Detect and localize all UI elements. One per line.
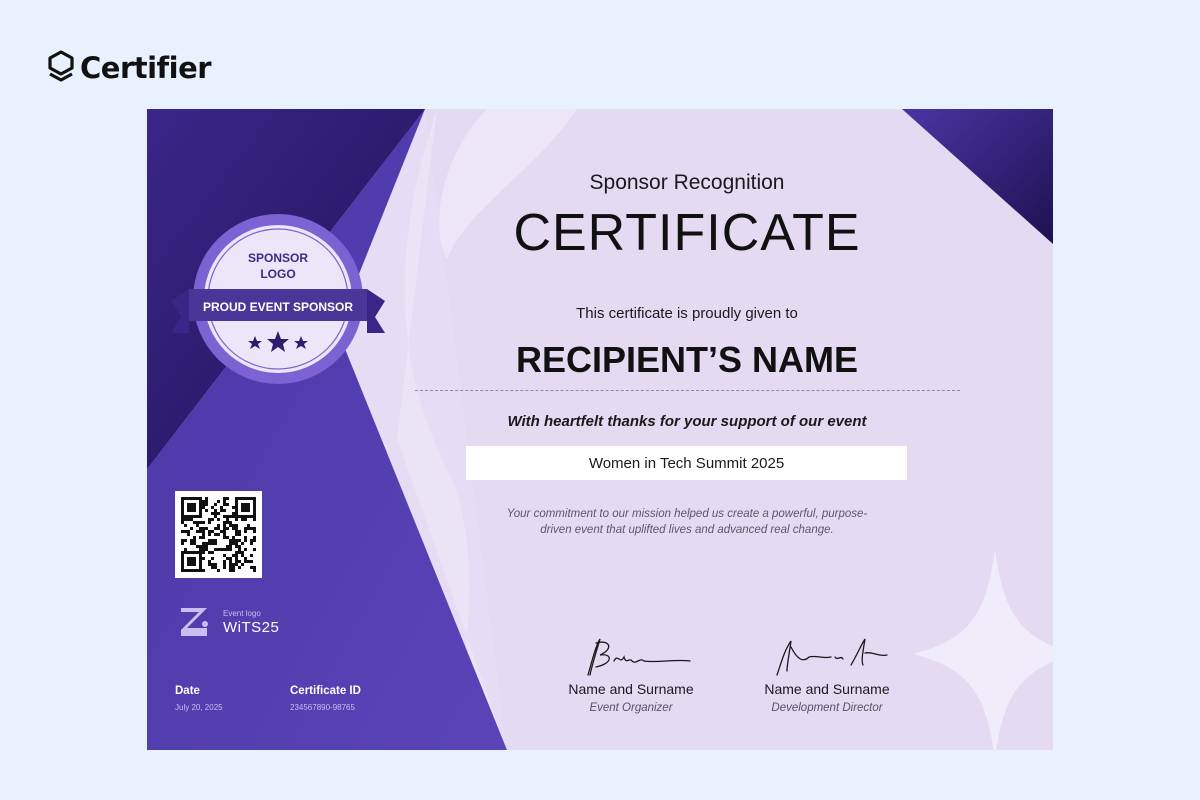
badge-ribbon-text: PROUD EVENT SPONSOR [202,300,354,314]
certificate-id-value: 234567890-98765 [290,703,355,712]
sponsor-logo-placeholder: SPONSOR LOGO [228,251,328,282]
event-name: Women in Tech Summit 2025 [588,454,785,472]
description-line-2: driven event that uplifted lives and adv… [540,523,834,536]
name-divider [415,390,960,391]
date-value: July 20, 2025 [175,703,223,712]
qr-code [175,491,262,578]
thanks-text: With heartfelt thanks for your support o… [507,413,867,430]
signature-2-role: Development Director [771,702,883,714]
event-name-box: Women in Tech Summit 2025 [466,446,907,480]
qr-code-icon [181,497,256,572]
certificate-id-block: Certificate ID 234567890-98765 [290,685,361,712]
recipient-name: RECIPIENT’S NAME [515,339,859,380]
certificate-id-label: Certificate ID [290,685,361,697]
certifier-brand: Certifier [48,50,212,86]
given-to-text: This certificate is proudly given to [576,305,798,322]
sponsor-badge [171,214,385,384]
sponsor-logo-line1: SPONSOR [247,251,308,265]
signature-scribble-icon [776,638,888,676]
event-logo: Event logo WiTS25 [177,604,279,640]
description-line-1: Your commitment to our mission helped us… [506,508,868,520]
shield-logo-icon [48,50,74,82]
event-logo-icon [181,608,208,636]
sponsor-logo-line2: LOGO [260,266,296,281]
brand-name: Certifier [80,51,212,85]
signature-block-2: Name and Surname Development Director [737,635,917,714]
date-label: Date [175,685,200,697]
signature-2-name: Name and Surname [764,681,890,697]
description-text: Your commitment to our mission helped us… [487,507,887,538]
certificate: SPONSOR LOGO PROUD EVENT SPONSOR Event l… [147,109,1053,750]
signature-1-role: Event Organizer [589,702,673,714]
signature-block-1: Name and Surname Event Organizer [541,635,721,714]
event-logo-name: WiTS25 [223,618,280,636]
date-block: Date July 20, 2025 [175,685,223,712]
certificate-subtitle: Sponsor Recognition [589,171,785,194]
signature-1-name: Name and Surname [568,681,694,697]
certificate-title: CERTIFICATE [513,204,861,262]
signature-scribble-icon [587,638,691,676]
event-logo-label: Event logo [223,608,261,618]
